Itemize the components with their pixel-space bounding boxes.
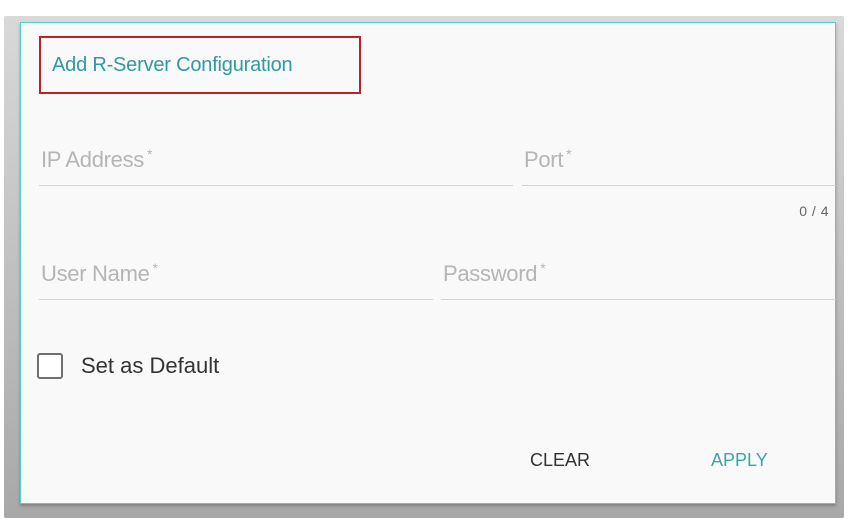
port-label: Port * (524, 146, 572, 172)
set-default-checkbox[interactable] (37, 353, 63, 379)
screen: Add R-Server Configuration IP Address * P… (0, 0, 858, 519)
password-label: Password * (443, 260, 546, 286)
port-character-counter: 0 / 4 (799, 203, 829, 219)
ip-address-label: IP Address * (41, 146, 153, 172)
r-server-config-dialog: Add R-Server Configuration IP Address * P… (20, 22, 836, 504)
apply-button[interactable]: APPLY (711, 450, 768, 471)
title-highlight-box: Add R-Server Configuration (39, 36, 361, 94)
port-field[interactable]: Port * (522, 135, 836, 186)
password-field[interactable]: Password * (441, 249, 836, 300)
user-name-label: User Name * (41, 260, 158, 286)
ip-address-field[interactable]: IP Address * (39, 135, 513, 186)
set-default-label: Set as Default (81, 353, 220, 378)
dialog-title: Add R-Server Configuration (52, 53, 293, 76)
user-name-field[interactable]: User Name * (39, 249, 433, 300)
clear-button[interactable]: CLEAR (530, 450, 590, 471)
set-default-row[interactable]: Set as Default (37, 353, 219, 379)
